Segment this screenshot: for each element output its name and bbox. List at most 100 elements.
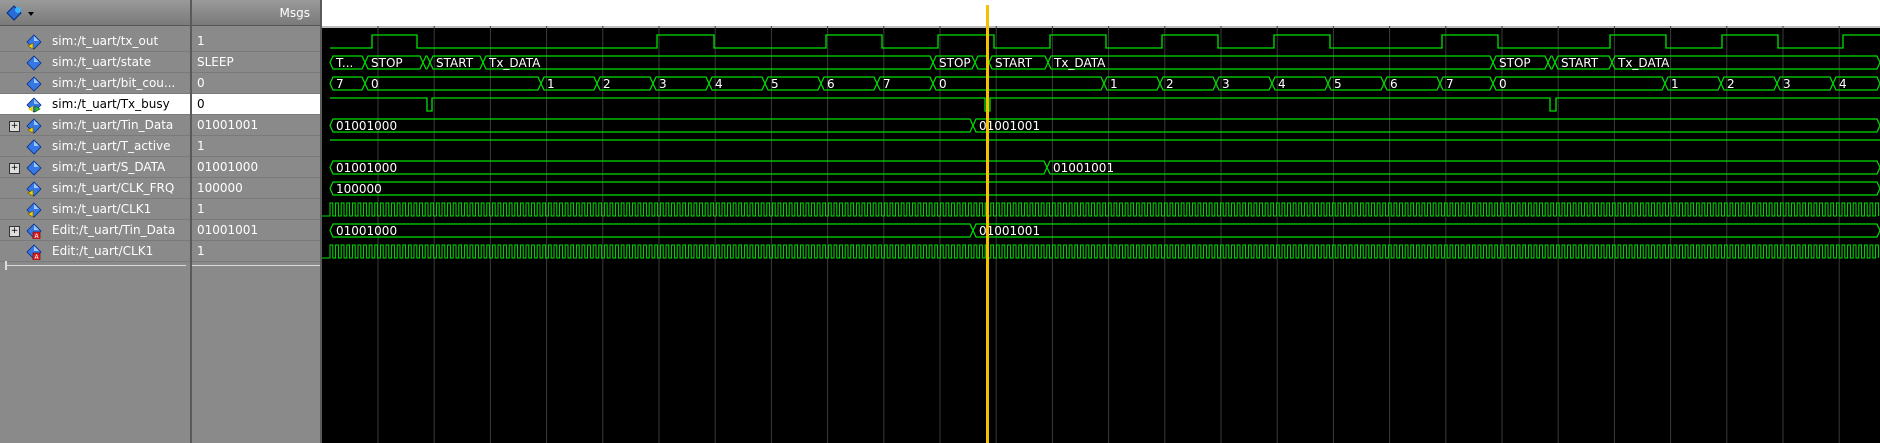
bus-value: 6 <box>1390 77 1398 91</box>
bus-value: START <box>1561 56 1599 70</box>
bus-segment <box>329 118 974 133</box>
signal-row[interactable]: sim:/t_uart/CLK_FRQ <box>0 178 190 199</box>
diamond-input-icon <box>26 34 42 50</box>
signal-name: sim:/t_uart/state <box>52 55 152 69</box>
diamond-input-icon <box>26 181 42 197</box>
clock-waveform <box>322 202 1879 217</box>
expand-icon[interactable]: + <box>9 226 20 237</box>
end-line <box>6 265 186 266</box>
bus-value: 01001001 <box>1053 161 1114 175</box>
signal-row[interactable]: + sim:/t_uart/S_DATA <box>0 157 190 178</box>
bus-value: 7 <box>883 77 891 91</box>
diamond-input-icon <box>26 202 42 218</box>
bus-segment <box>1492 76 1666 91</box>
bus-value: 0 <box>371 77 379 91</box>
signal-row[interactable]: sim:/t_uart/Tx_busy <box>0 94 190 115</box>
bus-value: 5 <box>771 77 779 91</box>
values-header: Msgs <box>192 0 320 26</box>
bus-segment <box>329 223 974 238</box>
signal-value: 0 <box>192 94 320 115</box>
bus-segment <box>364 76 542 91</box>
bus-value: T... <box>335 56 353 70</box>
signal-name: sim:/t_uart/CLK1 <box>52 202 152 216</box>
bus-value: 1 <box>1110 77 1118 91</box>
bus-value: 7 <box>1446 77 1454 91</box>
bus-value: 5 <box>1334 77 1342 91</box>
diamond-signal-icon <box>26 76 42 92</box>
msgs-label: Msgs <box>279 6 310 20</box>
diamond-output-icon <box>26 97 42 113</box>
waveform-pane[interactable]: T... STOP START Tx_DATA STOP START Tx_DATA STOP… <box>322 0 1880 443</box>
bus-value: 0 <box>939 77 947 91</box>
bus-value: 01001000 <box>336 161 397 175</box>
signal-name: Edit:/t_uart/Tin_Data <box>52 223 176 237</box>
bus-segment <box>1046 160 1880 175</box>
bus-value: 3 <box>659 77 667 91</box>
bus-value: 0 <box>1499 77 1507 91</box>
bus-segment <box>422 55 431 70</box>
bus-value: 100000 <box>336 182 382 196</box>
signal-row[interactable]: sim:/t_uart/state <box>0 52 190 73</box>
signal-row[interactable]: sim:/t_uart/T_active <box>0 136 190 157</box>
bus-value: Tx_DATA <box>488 56 541 70</box>
bus-segment <box>1047 55 1494 70</box>
signal-row[interactable]: sim:/t_uart/CLK1 <box>0 199 190 220</box>
signal-name: sim:/t_uart/T_active <box>52 139 171 153</box>
bus-value: STOP <box>939 56 971 70</box>
signal-name: sim:/t_uart/CLK_FRQ <box>52 181 175 195</box>
bus-value: 01001000 <box>336 224 397 238</box>
diamond-signal-icon <box>26 139 42 155</box>
waveform-canvas[interactable]: T... STOP START Tx_DATA STOP START Tx_DATA STOP… <box>322 0 1880 443</box>
diamond-input-icon <box>26 118 42 134</box>
time-cursor <box>986 5 989 443</box>
bus-value: 4 <box>715 77 723 91</box>
bus-value: 01001000 <box>336 119 397 133</box>
edit-signal-icon: A <box>26 223 42 239</box>
signal-name: sim:/t_uart/bit_cou... <box>52 76 176 90</box>
bus-value: 3 <box>1783 77 1791 91</box>
bus-value: Tx_DATA <box>1053 56 1106 70</box>
signal-value: 01001001 <box>192 115 320 136</box>
bus-value: STOP <box>371 56 403 70</box>
signal-row[interactable]: + A Edit:/t_uart/Tin_Data <box>0 220 190 241</box>
signal-values-pane: Msgs 1 SLEEP 0 0 01001001 1 01001000 100000 1 010… <box>192 0 320 443</box>
signal-value: 1 <box>192 241 320 262</box>
signal-name: sim:/t_uart/Tin_Data <box>52 118 174 132</box>
bus-segment <box>329 181 1880 196</box>
bit-waveform <box>330 97 1880 112</box>
diamond-signal-icon <box>26 160 42 176</box>
diamond-signal-icon <box>26 55 42 71</box>
bus-value: 1 <box>1671 77 1679 91</box>
clock-waveform <box>322 244 1879 259</box>
expand-icon[interactable]: + <box>9 121 20 132</box>
end-line <box>192 265 320 266</box>
bus-segment <box>329 160 1048 175</box>
names-header <box>0 0 190 26</box>
signal-name: sim:/t_uart/tx_out <box>52 34 159 48</box>
signal-value: 01001000 <box>192 157 320 178</box>
bus-segment <box>482 55 934 70</box>
signal-name: sim:/t_uart/Tx_busy <box>52 97 170 111</box>
signal-row[interactable]: A Edit:/t_uart/CLK1 <box>0 241 190 262</box>
signal-name: Edit:/t_uart/CLK1 <box>52 244 154 258</box>
bit-waveform <box>330 34 1880 49</box>
bus-value: STOP <box>1499 56 1531 70</box>
signal-value: 01001001 <box>192 220 320 241</box>
bus-segment <box>932 76 1105 91</box>
expand-icon[interactable]: + <box>9 163 20 174</box>
bus-value: 1 <box>547 77 555 91</box>
bus-value: 3 <box>1222 77 1230 91</box>
signal-value: 1 <box>192 31 320 52</box>
bus-value: 2 <box>1727 77 1735 91</box>
signal-row[interactable]: sim:/t_uart/tx_out <box>0 31 190 52</box>
bus-segment <box>1547 55 1556 70</box>
signal-value: 1 <box>192 136 320 157</box>
bus-value: 4 <box>1278 77 1286 91</box>
bus-value: 2 <box>603 77 611 91</box>
signal-row[interactable]: + sim:/t_uart/Tin_Data <box>0 115 190 136</box>
bus-value: 6 <box>827 77 835 91</box>
signal-names-pane: sim:/t_uart/tx_out sim:/t_uart/state sim:/… <box>0 0 190 443</box>
bus-value: START <box>436 56 474 70</box>
wave-toolbar-icon[interactable] <box>6 5 36 21</box>
signal-row[interactable]: sim:/t_uart/bit_cou... <box>0 73 190 94</box>
